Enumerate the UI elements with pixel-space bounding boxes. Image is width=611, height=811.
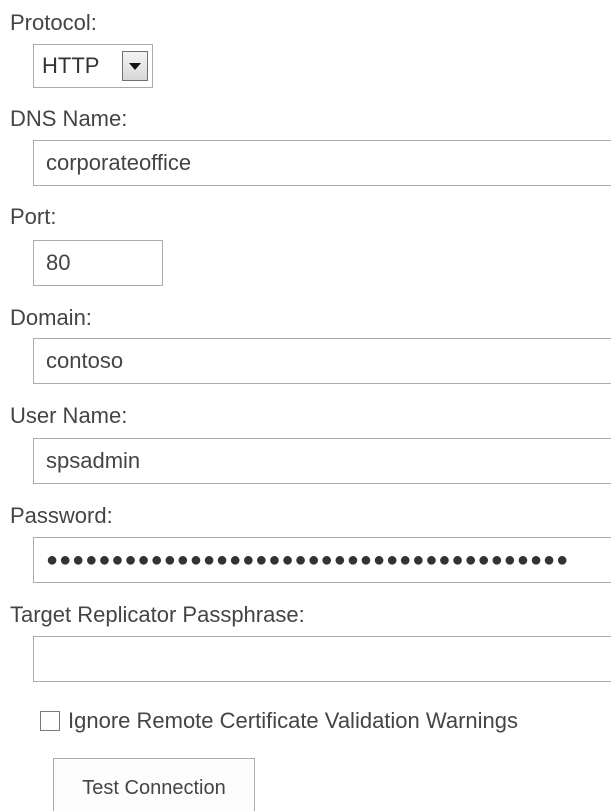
password-input[interactable]: ●●●●●●●●●●●●●●●●●●●●●●●●●●●●●●●●●●●●●●●●	[33, 537, 611, 583]
domain-label: Domain:	[10, 305, 92, 330]
passphrase-input[interactable]	[33, 636, 611, 682]
protocol-select-value: HTTP	[42, 53, 100, 78]
domain-input[interactable]: contoso	[33, 338, 611, 384]
port-input[interactable]: 80	[33, 240, 163, 286]
chevron-down-icon	[129, 62, 141, 70]
passphrase-label: Target Replicator Passphrase:	[10, 602, 305, 627]
password-label: Password:	[10, 503, 113, 528]
dropdown-arrow-button[interactable]	[122, 51, 148, 81]
test-connection-button[interactable]: Test Connection	[53, 758, 255, 811]
dns-name-input[interactable]: corporateoffice	[33, 140, 611, 186]
ignore-warnings-row: Ignore Remote Certificate Validation War…	[40, 708, 518, 734]
port-label: Port:	[10, 204, 57, 229]
user-name-label: User Name:	[10, 403, 128, 428]
ignore-warnings-label: Ignore Remote Certificate Validation War…	[68, 708, 518, 733]
protocol-select[interactable]: HTTP	[33, 44, 153, 88]
replication-settings-form: Protocol: HTTP DNS Name: corporateoffice…	[0, 0, 611, 811]
user-name-input[interactable]: spsadmin	[33, 438, 611, 484]
dns-name-label: DNS Name:	[10, 106, 128, 131]
password-mask: ●●●●●●●●●●●●●●●●●●●●●●●●●●●●●●●●●●●●●●●●	[46, 548, 570, 571]
protocol-label: Protocol:	[10, 10, 97, 35]
ignore-warnings-checkbox[interactable]	[40, 711, 60, 731]
